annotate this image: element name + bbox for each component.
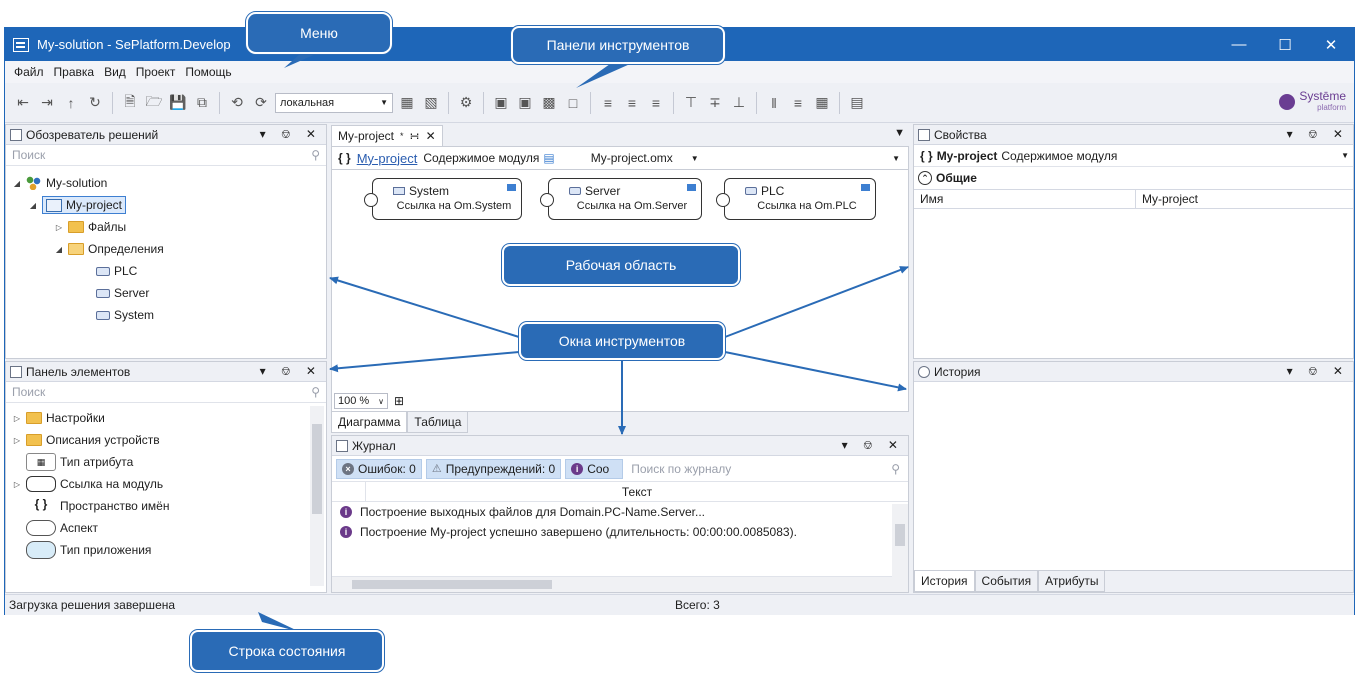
menu-callout-pointer — [284, 54, 316, 68]
callout-pointers — [258, 54, 630, 632]
callout-statusbar: Строка состояния — [190, 630, 384, 672]
callout-statusbar-text: Строка состояния — [228, 643, 346, 659]
statusbar-callout-pointer — [258, 612, 300, 632]
toolbars-callout-pointer — [576, 64, 630, 88]
